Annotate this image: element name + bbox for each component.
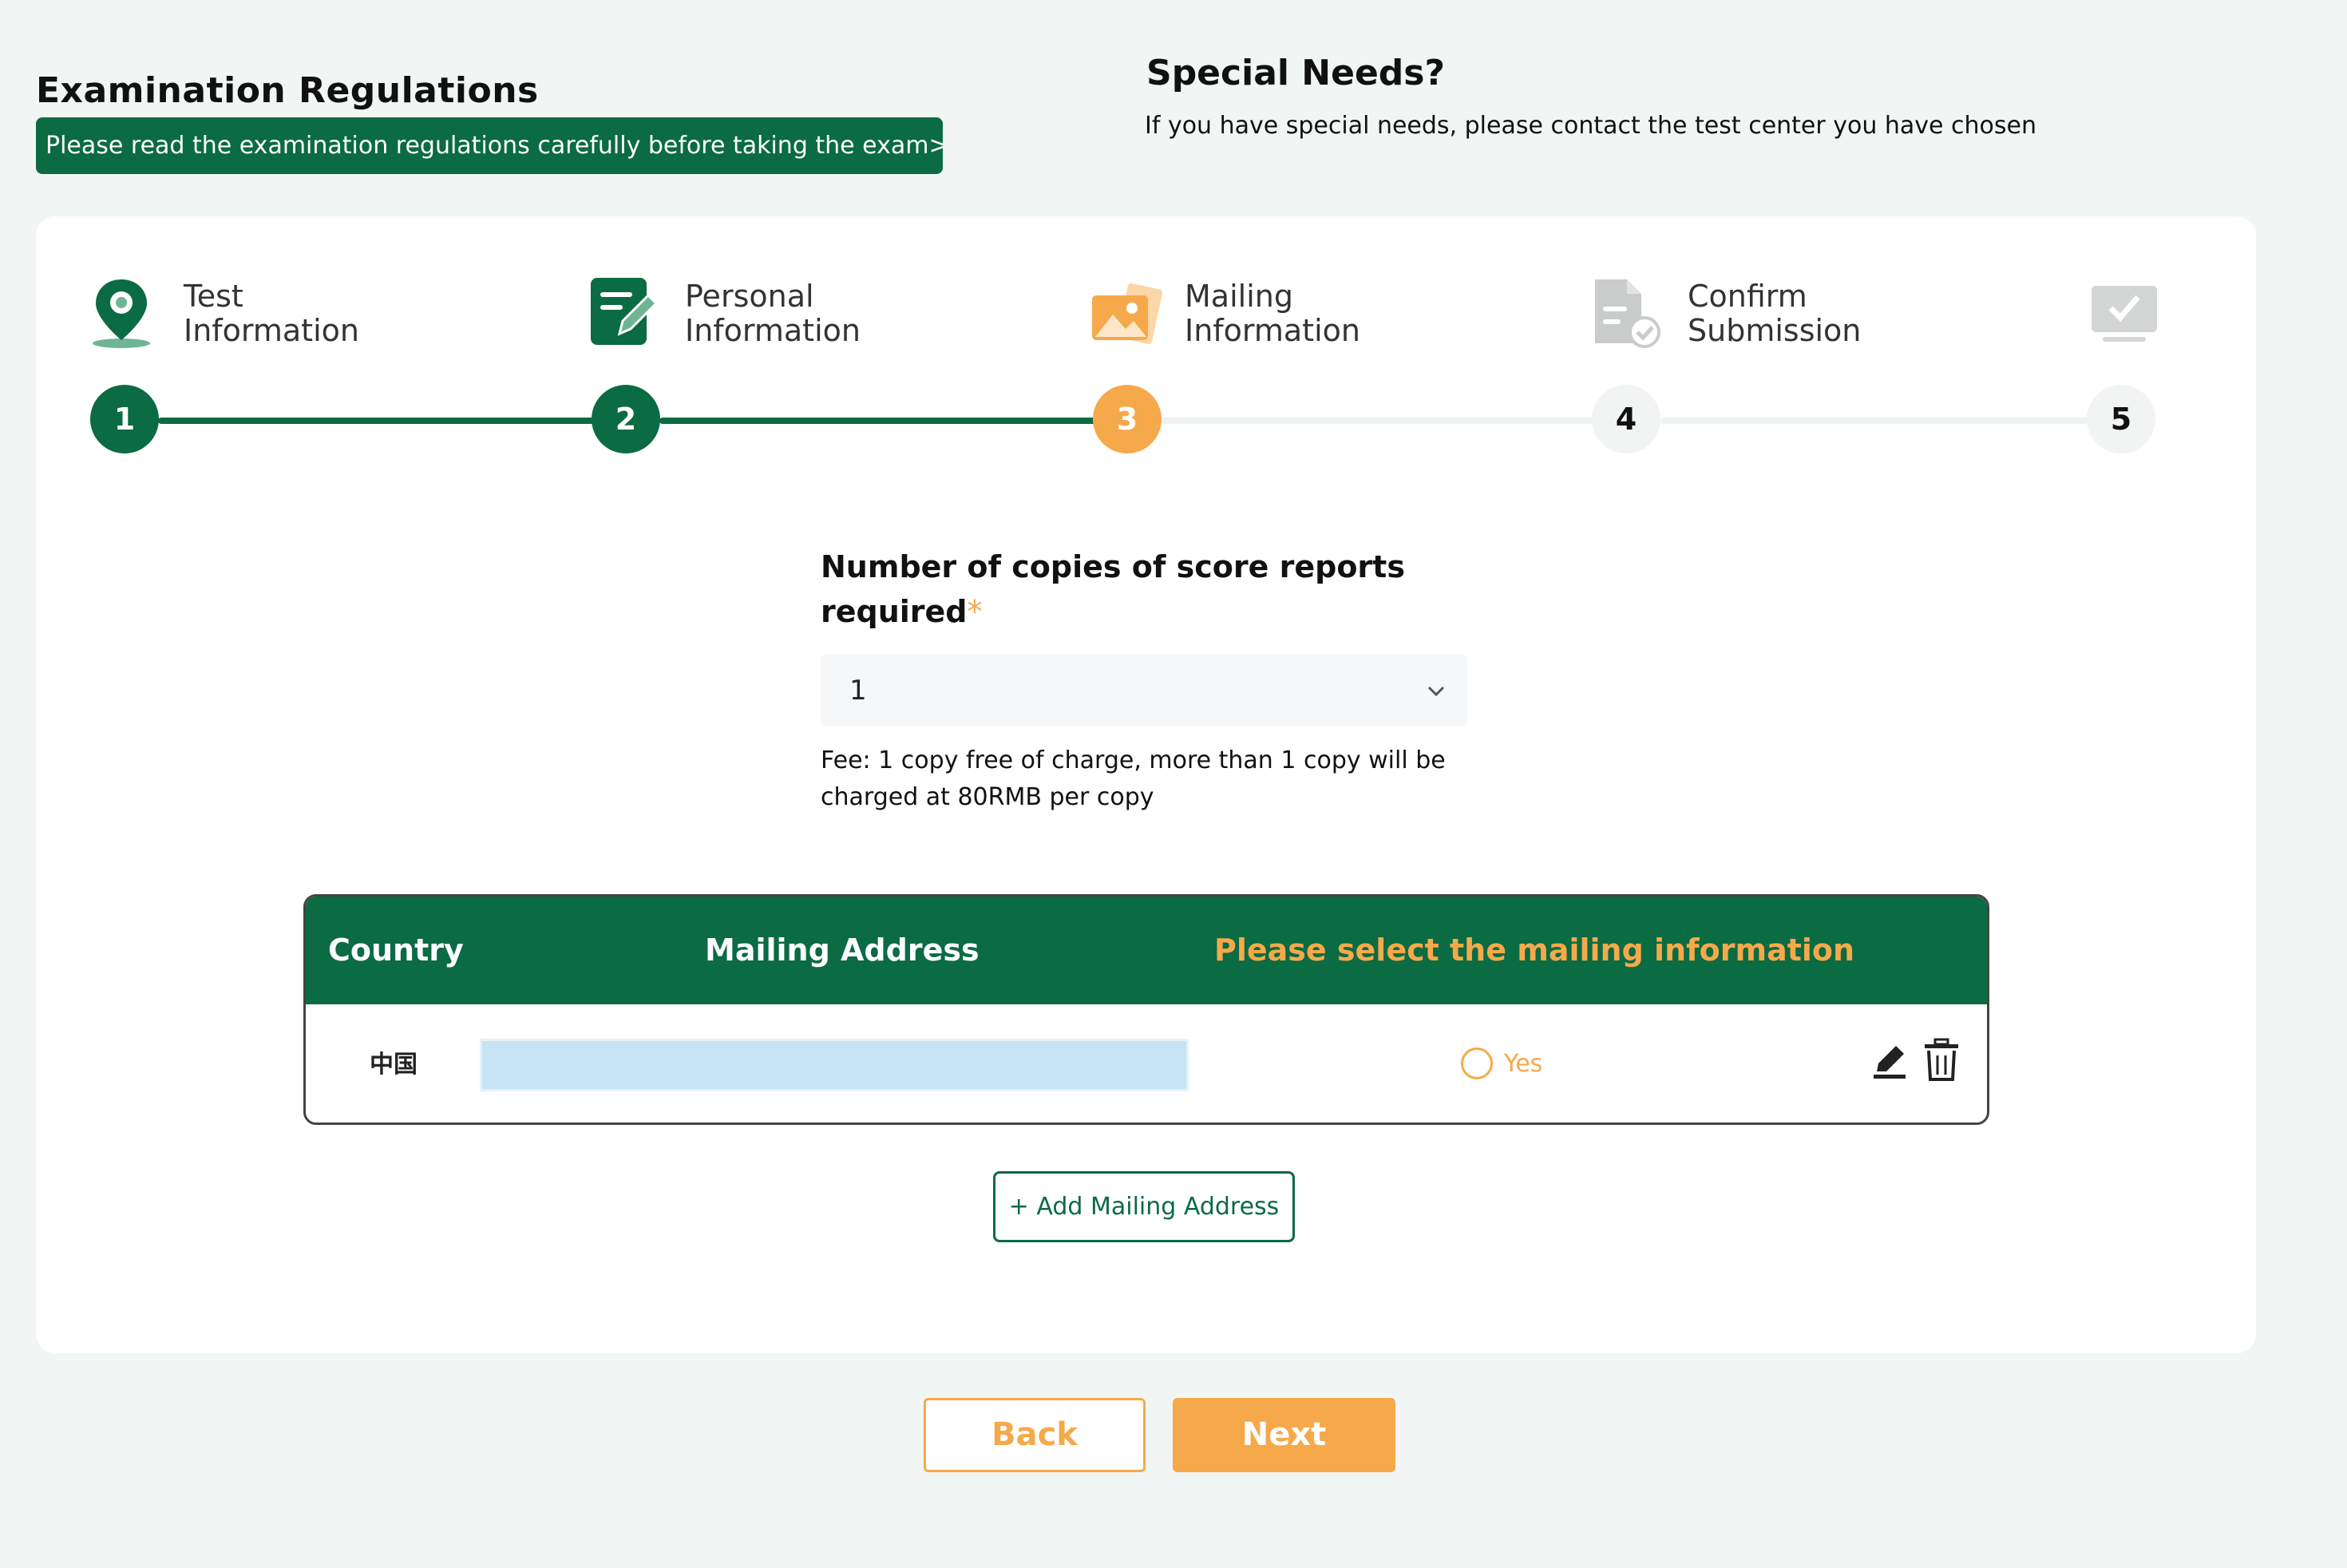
row-mailing-address — [480, 1039, 1189, 1091]
regulations-link[interactable]: Please read the examination regulations … — [36, 117, 943, 174]
header-mailing-address: Mailing Address — [705, 932, 980, 968]
radio-circle[interactable] — [1461, 1047, 1493, 1079]
document-check-icon — [1595, 279, 1660, 348]
monitor-check-icon — [2092, 286, 2157, 342]
step-5-circle: 5 — [2087, 385, 2155, 453]
step-2-label: Personal Information — [685, 279, 861, 348]
add-mailing-address-button[interactable]: + Add Mailing Address — [993, 1171, 1295, 1242]
step-1-circle: 1 — [90, 385, 159, 453]
select-mailing-radio[interactable]: Yes — [1461, 1046, 1542, 1081]
special-needs-title: Special Needs? — [1146, 53, 1445, 93]
radio-label: Yes — [1504, 1049, 1543, 1078]
copies-selected-value: 1 — [849, 675, 867, 707]
step-3-label: Mailing Information — [1185, 279, 1360, 348]
step-connector-3-4 — [1161, 418, 1598, 424]
chevron-down-icon — [1427, 686, 1445, 697]
header-country: Country — [328, 932, 464, 968]
fee-note: Fee: 1 copy free of charge, more than 1 … — [821, 746, 1446, 811]
edit-document-icon — [591, 278, 659, 345]
back-button[interactable]: Back — [924, 1398, 1146, 1472]
edit-icon[interactable] — [1870, 1041, 1910, 1081]
next-button[interactable]: Next — [1173, 1398, 1395, 1472]
step-1-label: Test Information — [184, 279, 359, 348]
row-country: 中国 — [370, 1051, 418, 1079]
step-4-label: Confirm Submission — [1688, 279, 1862, 348]
mailing-address-table: Country Mailing Address Please select th… — [303, 894, 1989, 1125]
step-connector-4-5 — [1660, 418, 2096, 424]
header-select-mailing: Please select the mailing information — [1214, 932, 1855, 968]
map-pin-icon — [93, 279, 150, 348]
copies-select[interactable]: 1 — [821, 655, 1467, 727]
step-3-circle: 3 — [1093, 385, 1162, 453]
step-connector-1-2 — [158, 418, 596, 424]
copies-field-label: Number of copies of score reports requir… — [821, 549, 1405, 629]
step-4-circle: 4 — [1592, 385, 1660, 453]
trash-icon[interactable] — [1922, 1038, 1961, 1083]
required-asterisk: * — [967, 594, 983, 629]
step-connector-2-3 — [659, 418, 1097, 424]
step-2-circle: 2 — [592, 385, 660, 453]
table-header: Country Mailing Address Please select th… — [306, 897, 1987, 1004]
special-needs-text: If you have special needs, please contac… — [1145, 112, 2037, 140]
image-mail-icon — [1092, 283, 1162, 345]
regulations-title: Examination Regulations — [36, 70, 539, 111]
table-row: 中国 Yes — [306, 1004, 1987, 1123]
